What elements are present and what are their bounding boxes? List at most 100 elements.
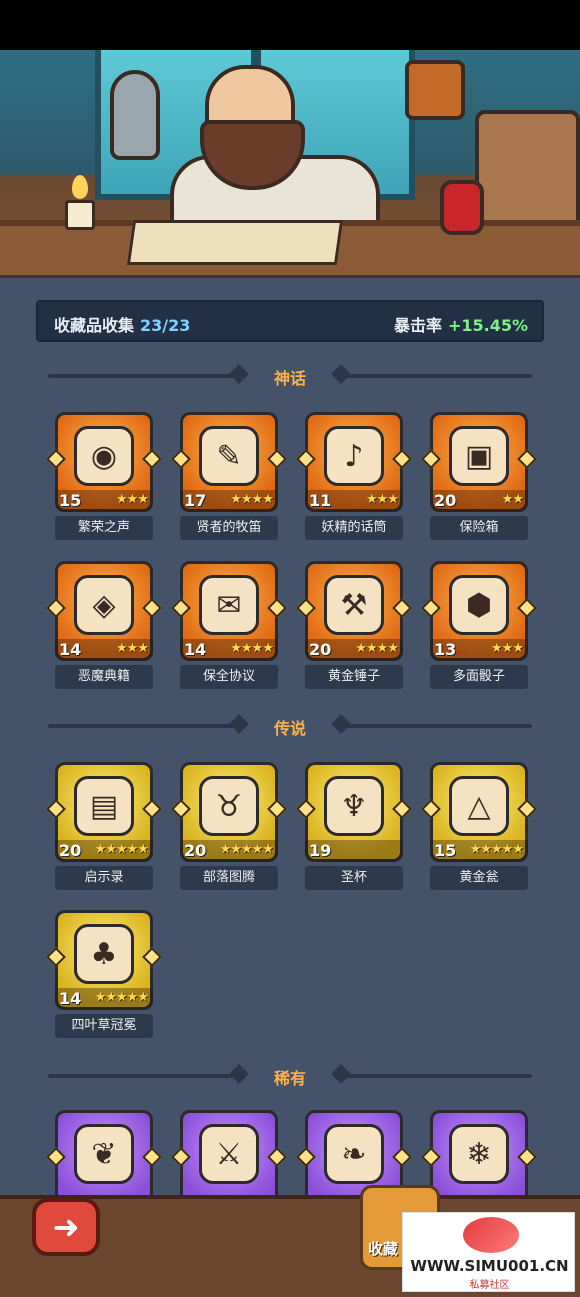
item-level: 20	[184, 841, 207, 860]
collection-progress: 收藏品收集 23/23	[54, 312, 190, 336]
arrow-left-icon: ➜	[52, 1208, 80, 1246]
star-rating: ★★★★★	[219, 842, 274, 857]
item-level: 13	[434, 640, 457, 659]
card-footer: 15 ★★★	[55, 490, 153, 512]
item-level: 20	[309, 640, 332, 659]
item-level: 19	[309, 841, 332, 860]
axe-icon: ⚔	[199, 1124, 259, 1184]
collectible-card[interactable]: ✉ 14 ★★★★ 保全协议	[171, 561, 287, 696]
collectible-card[interactable]: ⚒ 20 ★★★★ 黄金锤子	[296, 561, 412, 696]
star-rating: ★★★	[116, 492, 149, 507]
card-footer: 13 ★★★	[430, 639, 528, 661]
collectible-card[interactable]: △ 15 ★★★★★ 黄金瓮	[421, 762, 537, 897]
collectible-card[interactable]: ♆ 19 圣杯	[296, 762, 412, 897]
section-title: 稀有	[273, 1069, 306, 1088]
card-footer: 14 ★★★★★	[55, 988, 153, 1010]
collectible-card[interactable]: ♪ 11 ★★★ 妖精的话筒	[296, 412, 412, 547]
card-footer: 14 ★★★	[55, 639, 153, 661]
item-name: 部落图腾	[180, 866, 278, 890]
collection-title: 收藏品收集	[54, 316, 135, 335]
totem-icon: ♉	[199, 776, 259, 836]
contract-icon: ✉	[199, 575, 259, 635]
star-rating: ★★★★★	[469, 842, 524, 857]
item-name: 繁荣之声	[55, 516, 153, 540]
collectible-card[interactable]: ✎ 17 ★★★★ 贤者的牧笛	[171, 412, 287, 547]
star-rating: ★★★★★	[94, 990, 149, 1005]
section-title: 神话	[273, 369, 306, 388]
collectible-card[interactable]: ◈ 14 ★★★ 恶魔典籍	[46, 561, 162, 696]
flute-icon: ✎	[199, 426, 259, 486]
section-title: 传说	[273, 719, 306, 738]
item-name: 贤者的牧笛	[180, 516, 278, 540]
vine-icon: ❦	[74, 1124, 134, 1184]
item-level: 14	[59, 989, 82, 1008]
item-name: 妖精的话筒	[305, 516, 403, 540]
star-rating: ★★★	[366, 492, 399, 507]
collectible-card[interactable]: ▣ 20 ★★ 保险箱	[421, 412, 537, 547]
card-footer: 20 ★★	[430, 490, 528, 512]
candle-flame	[72, 175, 88, 199]
watermark-url: WWW.SIMU001.CN	[410, 1257, 569, 1275]
item-level: 14	[59, 640, 82, 659]
item-name: 保全协议	[180, 665, 278, 689]
item-name: 保险箱	[430, 516, 528, 540]
collectible-card[interactable]: ♉ 20 ★★★★★ 部落图腾	[171, 762, 287, 897]
watermark-sub: 私募社区	[469, 1280, 510, 1291]
watermark: WWW.SIMU001.CN 私募社区	[402, 1212, 575, 1292]
star-rating: ★★★	[116, 641, 149, 656]
treasure-map	[126, 220, 344, 265]
card-footer: 20 ★★★★★	[180, 840, 278, 862]
item-name: 恶魔典籍	[55, 665, 153, 689]
item-level: 14	[184, 640, 207, 659]
star-rating: ★★★★	[230, 641, 274, 656]
item-name: 黄金瓮	[430, 866, 528, 890]
collectible-card[interactable]: ♣ 14 ★★★★★ 四叶草冠冕	[46, 910, 162, 1045]
collectible-card[interactable]: ❄	[421, 1110, 537, 1210]
collectible-card[interactable]: ▤ 20 ★★★★★ 启示录	[46, 762, 162, 897]
collectible-card[interactable]: ⬢ 13 ★★★ 多面骰子	[421, 561, 537, 696]
back-button[interactable]: ➜	[32, 1198, 100, 1256]
section-header-2: 稀有	[40, 1064, 540, 1088]
potion-bottle	[440, 180, 484, 235]
section-header-1: 传说	[40, 714, 540, 738]
collection-tab-label: 收藏	[368, 1240, 399, 1258]
star-rating: ★★★★★	[94, 842, 149, 857]
item-name: 圣杯	[305, 866, 403, 890]
collectible-card[interactable]: ❧	[296, 1110, 412, 1210]
ghost-orb-icon: ◉	[74, 426, 134, 486]
item-level: 15	[59, 491, 82, 510]
tribal-mask-decoration	[405, 60, 465, 120]
card-footer: 20 ★★★★	[305, 639, 403, 661]
collectible-card[interactable]: ⚔	[171, 1110, 287, 1210]
status-bar	[0, 0, 580, 50]
demon-book-icon: ◈	[74, 575, 134, 635]
dice-icon: ⬢	[449, 575, 509, 635]
candle	[65, 200, 95, 230]
star-rating: ★★★★	[230, 492, 274, 507]
card-footer: 15 ★★★★★	[430, 840, 528, 862]
star-rating: ★★★	[491, 641, 524, 656]
collection-count: 23/23	[140, 316, 191, 335]
star-rating: ★★	[501, 492, 524, 507]
item-name: 四叶草冠冕	[55, 1014, 153, 1038]
watermark-logo	[463, 1217, 519, 1253]
collectible-card[interactable]: ◉ 15 ★★★ 繁荣之声	[46, 412, 162, 547]
star-rating: ★★★★	[355, 641, 399, 656]
card-footer: 11 ★★★	[305, 490, 403, 512]
card-footer: 17 ★★★★	[180, 490, 278, 512]
collectible-card[interactable]: ❦	[46, 1110, 162, 1210]
card-footer: 14 ★★★★	[180, 639, 278, 661]
open-book-icon: ▤	[74, 776, 134, 836]
grail-icon: ♆	[324, 776, 384, 836]
crit-bonus: 暴击率 +15.45%	[394, 312, 528, 336]
item-level: 17	[184, 491, 207, 510]
clover-crown-icon: ♣	[74, 924, 134, 984]
golden-urn-icon: △	[449, 776, 509, 836]
section-header-0: 神话	[40, 364, 540, 388]
card-footer: 19	[305, 840, 403, 862]
item-name: 黄金锤子	[305, 665, 403, 689]
item-level: 20	[434, 491, 457, 510]
item-name: 多面骰子	[430, 665, 528, 689]
shovel-illustration	[110, 70, 160, 160]
hero-banner	[0, 50, 580, 275]
